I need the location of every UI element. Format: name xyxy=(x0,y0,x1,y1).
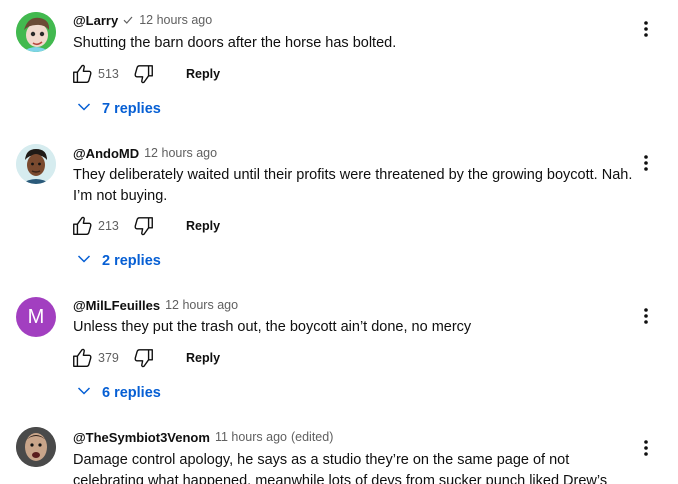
comment-author[interactable]: @MilLFeuilles xyxy=(73,298,160,313)
comment-text: Unless they put the trash out, the boyco… xyxy=(73,319,472,335)
comment-text: Shutting the barn doors after the horse … xyxy=(73,35,397,51)
like-icon[interactable] xyxy=(70,62,94,86)
more-actions-icon[interactable] xyxy=(636,436,656,460)
comment-item: @AndoMD 12 hours ago They deliberately w… xyxy=(0,143,678,273)
comment-item: @Larry 12 hours ago Shutting the barn do… xyxy=(0,10,678,120)
replies-label: 2 replies xyxy=(102,253,161,269)
comment-time[interactable]: 12 hours ago xyxy=(144,146,217,160)
chevron-down-icon xyxy=(76,383,92,404)
replies-label: 7 replies xyxy=(102,101,161,117)
more-actions-icon[interactable] xyxy=(636,151,656,175)
comment-author[interactable]: @Larry xyxy=(73,13,118,28)
comment-actions: 379 Reply xyxy=(70,346,220,370)
more-actions-icon[interactable] xyxy=(636,304,656,328)
chevron-down-icon xyxy=(76,99,92,120)
view-replies-button[interactable]: 7 replies xyxy=(76,98,161,120)
comment-actions: 513 Reply xyxy=(70,62,220,86)
chevron-down-icon xyxy=(76,251,92,272)
avatar[interactable] xyxy=(16,427,56,467)
like-count: 513 xyxy=(98,67,119,81)
comment-header: @MilLFeuilles 12 hours ago xyxy=(73,295,238,315)
more-actions-icon[interactable] xyxy=(636,17,656,41)
reply-button[interactable]: Reply xyxy=(186,351,220,365)
comment-time[interactable]: 12 hours ago xyxy=(139,13,212,27)
view-replies-button[interactable]: 2 replies xyxy=(76,250,161,272)
comment-time[interactable]: 12 hours ago xyxy=(165,298,238,312)
dislike-icon[interactable] xyxy=(132,214,156,238)
comment-header: @Larry 12 hours ago xyxy=(73,10,212,30)
comment-time[interactable]: 11 hours ago xyxy=(215,430,287,444)
view-replies-button[interactable]: 6 replies xyxy=(76,382,161,404)
dislike-icon[interactable] xyxy=(132,346,156,370)
like-icon[interactable] xyxy=(70,214,94,238)
like-icon[interactable] xyxy=(70,346,94,370)
like-count: 379 xyxy=(98,351,119,365)
avatar[interactable]: M xyxy=(16,297,56,337)
replies-label: 6 replies xyxy=(102,385,161,401)
comment-item: M @MilLFeuilles 12 hours ago Unless they… xyxy=(0,295,678,405)
comment-item: @TheSymbiot3Venom 11 hours ago (edited) … xyxy=(0,427,678,484)
edited-label: (edited) xyxy=(290,430,334,444)
avatar-letter: M xyxy=(27,305,45,328)
comment-text: Damage control apology, he says as a stu… xyxy=(73,452,608,484)
avatar[interactable] xyxy=(16,12,56,52)
reply-button[interactable]: Reply xyxy=(186,67,220,81)
comment-author[interactable]: @TheSymbiot3Venom xyxy=(73,430,210,445)
check-icon xyxy=(122,14,134,26)
comment-author[interactable]: @AndoMD xyxy=(73,146,139,161)
dislike-icon[interactable] xyxy=(132,62,156,86)
avatar[interactable] xyxy=(16,144,56,184)
reply-button[interactable]: Reply xyxy=(186,219,220,233)
comment-actions: 213 Reply xyxy=(70,214,220,238)
comment-header: @TheSymbiot3Venom 11 hours ago (edited) xyxy=(73,427,333,447)
like-count: 213 xyxy=(98,219,119,233)
comment-header: @AndoMD 12 hours ago xyxy=(73,143,217,163)
comment-text: They deliberately waited until their pro… xyxy=(73,167,633,204)
